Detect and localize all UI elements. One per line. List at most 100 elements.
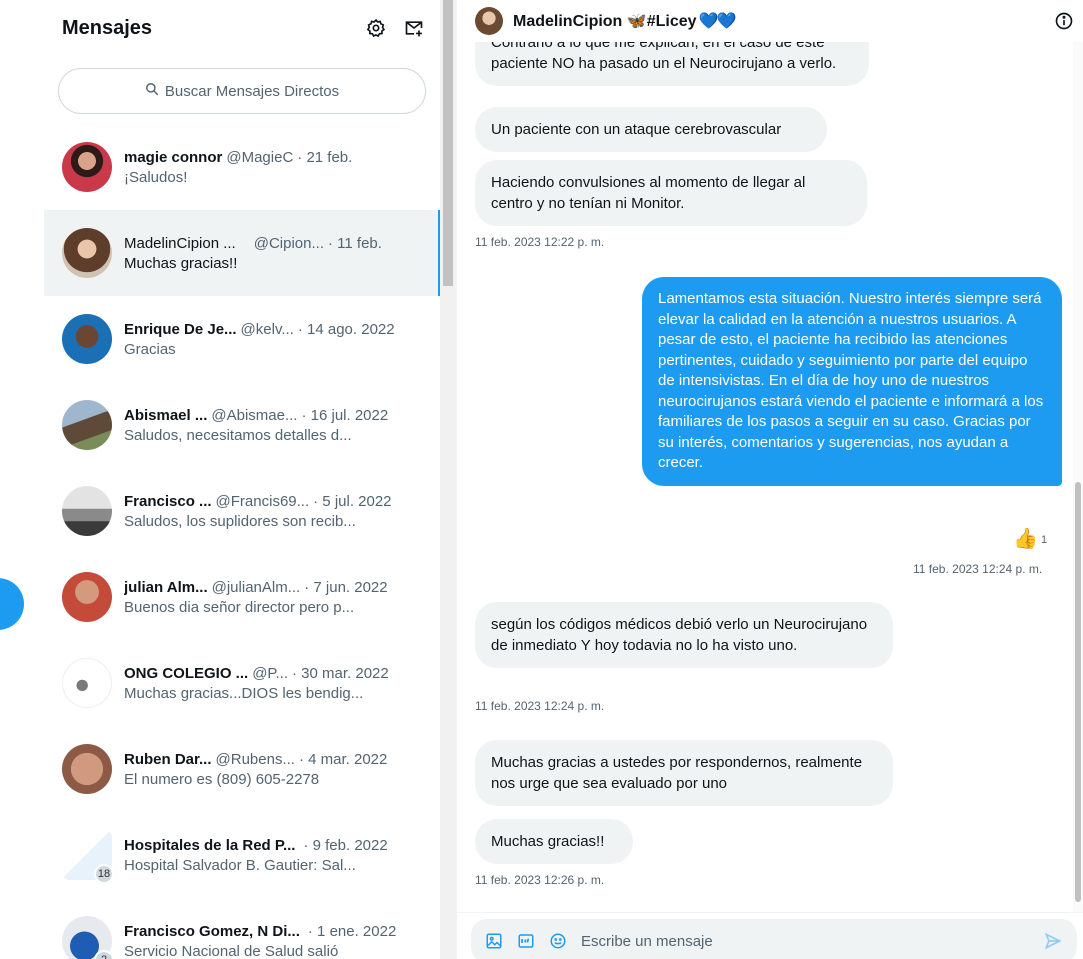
conversation-preview: Buenos dia señor director pero p... <box>124 598 355 616</box>
avatar <box>62 142 112 192</box>
conversation-handle: @Francis69... <box>215 492 310 510</box>
new-message-icon[interactable] <box>404 18 424 38</box>
avatar <box>62 486 112 536</box>
scrollbar-thumb[interactable] <box>443 0 453 286</box>
conversation-date: · 1 ene. 2022 <box>307 922 397 940</box>
conversation-item[interactable]: Abismael ... @Abismae... · 16 jul. 2022 Sa… <box>44 382 440 468</box>
conversation-name: Abismael ... <box>124 406 208 424</box>
send-icon[interactable] <box>1043 931 1063 951</box>
conversation-name: Ruben Dar... <box>124 750 212 768</box>
conversation-handle: @P... <box>252 664 288 682</box>
conversation-item[interactable]: Ruben Dar... @Rubens... · 4 mar. 2022 El n… <box>44 726 440 812</box>
message-bubble-in: según los códigos médicos debió verlo un… <box>475 602 893 668</box>
conversation-handle: @Rubens... <box>215 750 295 768</box>
conversation-date: · 16 jul. 2022 <box>301 406 389 424</box>
conversation-handle: @kelv... <box>240 320 294 338</box>
conversation-name: Hospitales de la Red P... <box>124 836 296 854</box>
conversation-item[interactable]: Francisco ... @Francis69... · 5 jul. 2022 … <box>44 468 440 554</box>
avatar <box>62 228 112 278</box>
message-bubble-in: Muchas gracias a ustedes por responderno… <box>475 740 893 806</box>
info-icon[interactable] <box>1054 11 1074 31</box>
floating-action-button[interactable] <box>0 578 24 630</box>
message-thread: Contrario a lo que me explican, en el ca… <box>457 42 1067 912</box>
conversation-name: Francisco Gomez, N Di... <box>124 922 300 940</box>
participant-count-badge: 18 <box>94 864 114 884</box>
conversation-handle: @Cipion... <box>253 234 324 252</box>
message-timestamp: 11 feb. 2023 12:24 p. m. <box>475 699 605 713</box>
reaction-count: 1 <box>1041 534 1048 546</box>
chat-scrollbar[interactable] <box>1073 42 1083 912</box>
conversation-preview: Muchas gracias...DIOS les bendig... <box>124 684 364 702</box>
avatar <box>62 658 112 708</box>
avatar <box>62 744 112 794</box>
conversation-date: · 21 feb. <box>297 148 353 166</box>
conversation-preview: Servicio Nacional de Salud salió <box>124 942 339 959</box>
message-timestamp: 11 feb. 2023 12:22 p. m. <box>475 235 605 249</box>
app: Mensajes Buscar Mensajes Directos magie … <box>0 0 1083 959</box>
avatar <box>62 400 112 450</box>
message-bubble-in: Muchas gracias!! <box>475 819 633 864</box>
conversation-name: julian Alm... <box>124 578 208 596</box>
participant-count-badge: 2 <box>94 950 114 959</box>
message-bubble-in: Un paciente con un ataque cerebrovascula… <box>475 107 827 152</box>
conversation-item[interactable]: Enrique De Je... @kelv... · 14 ago. 2022 G… <box>44 296 440 382</box>
conversation-preview: Saludos, necesitamos detalles d... <box>124 426 352 444</box>
search-icon <box>145 82 159 100</box>
composer-bar <box>457 912 1083 959</box>
message-bubble-in: Contrario a lo que me explican, en el ca… <box>475 42 869 86</box>
scrollbar-thumb[interactable] <box>1075 482 1081 902</box>
conversation-item-group[interactable]: 18 Hospitales de la Red P... · 9 feb. 202… <box>44 812 440 898</box>
gif-icon[interactable] <box>517 932 535 950</box>
conversation-date: · 30 mar. 2022 <box>292 664 389 682</box>
conversation-list-panel: Mensajes Buscar Mensajes Directos magie … <box>44 0 440 959</box>
conversation-item[interactable]: julian Alm... @julianAlm... · 7 jun. 2022 … <box>44 554 440 640</box>
conversation-item-active[interactable]: MadelinCipion ... @Cipion... · 11 feb. Muc… <box>44 210 440 296</box>
search-input[interactable]: Buscar Mensajes Directos <box>58 68 426 114</box>
conversation-item[interactable]: magie connor @MagieC · 21 feb. ¡Saludos! <box>44 124 440 210</box>
settings-icon[interactable] <box>366 18 386 38</box>
message-timestamp: 11 feb. 2023 12:26 p. m. <box>475 873 605 887</box>
chat-panel: MadelinCipion 🦋#Licey 💙💙 Contrario a lo … <box>456 0 1083 959</box>
conversation-handle: @Abismae... <box>211 406 298 424</box>
left-nav-edge <box>0 0 44 959</box>
conversation-item-group[interactable]: 2 Francisco Gomez, N Di...· 1 ene. 2022 … <box>44 898 440 959</box>
emoji-icon[interactable] <box>549 932 567 950</box>
composer <box>471 919 1077 959</box>
message-bubble-in: Haciendo convulsiones al momento de lleg… <box>475 160 867 226</box>
search-placeholder: Buscar Mensajes Directos <box>164 82 340 100</box>
chat-title-hearts: 💙💙 <box>698 13 737 30</box>
message-bubble-out: Lamentamos esta situación. Nuestro inter… <box>642 277 1062 486</box>
conversation-date: · 5 jul. 2022 <box>313 492 392 510</box>
conversation-preview: Saludos, los suplidores son recib... <box>124 512 356 530</box>
conversation-name: Enrique De Je... <box>124 320 237 338</box>
chat-header: MadelinCipion 🦋#Licey 💙💙 <box>457 0 1083 42</box>
avatar[interactable] <box>475 7 503 35</box>
conversation-preview: Gracias <box>124 340 176 358</box>
conversation-date: · 14 ago. 2022 <box>297 320 395 338</box>
avatar: 2 <box>62 916 114 959</box>
thumbs-up-reaction[interactable]: 👍 <box>1013 526 1038 551</box>
list-scrollbar[interactable] <box>440 0 456 959</box>
conversation-name: ONG COLEGIO ... <box>124 664 249 682</box>
avatar <box>62 314 112 364</box>
conversation-preview: Muchas gracias!! <box>124 254 238 272</box>
conversation-name: Francisco ... <box>124 492 212 510</box>
avatar: 18 <box>62 830 114 884</box>
conversation-handle: @MagieC <box>226 148 294 166</box>
conversation-date: · 9 feb. 2022 <box>303 836 388 854</box>
conversation-preview: ¡Saludos! <box>124 168 188 186</box>
image-icon[interactable] <box>485 932 503 950</box>
conversation-date: · 7 jun. 2022 <box>304 578 388 596</box>
avatar <box>62 572 112 622</box>
list-header: Mensajes <box>44 0 440 56</box>
conversation-date: · 4 mar. 2022 <box>298 750 388 768</box>
message-input[interactable] <box>581 932 1043 950</box>
message-timestamp: 11 feb. 2023 12:24 p. m. <box>913 562 1043 576</box>
chat-title[interactable]: MadelinCipion 🦋#Licey <box>513 11 697 31</box>
page-title: Mensajes <box>62 16 153 39</box>
conversation-item[interactable]: ONG COLEGIO ... @P... · 30 mar. 2022 Mucha… <box>44 640 440 726</box>
conversation-preview: Hospital Salvador B. Gautier: Sal... <box>124 856 356 874</box>
conversation-name: MadelinCipion ... <box>124 234 236 252</box>
conversation-preview: El numero es (809) 605-2278 <box>124 770 320 788</box>
conversation-date: · 11 feb. <box>328 234 382 252</box>
